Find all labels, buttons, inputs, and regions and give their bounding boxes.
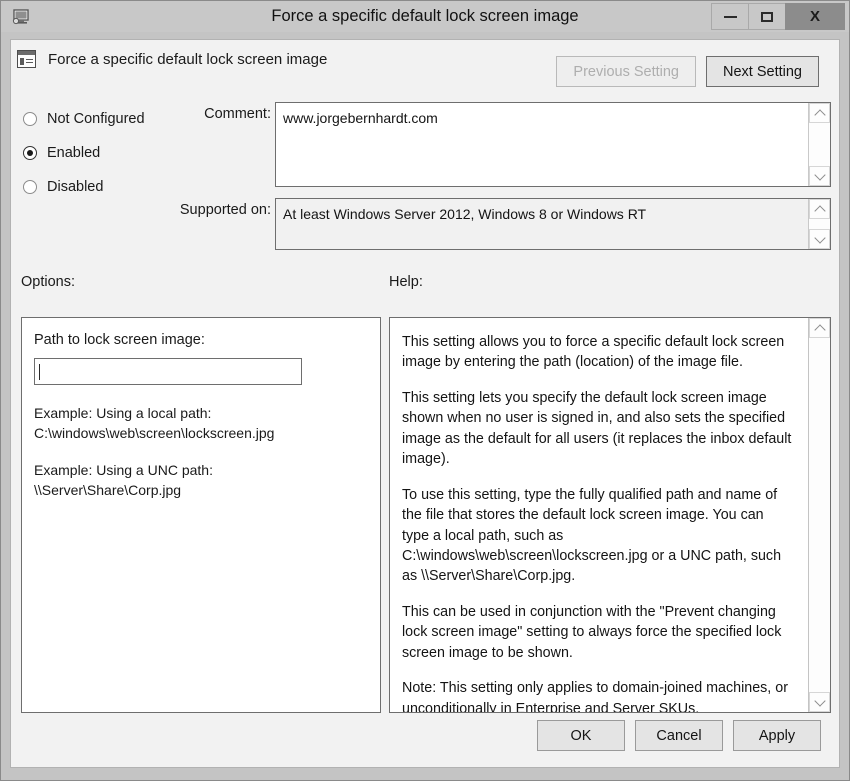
- setting-navigation: Previous Setting Next Setting: [556, 56, 819, 87]
- setting-header: Force a specific default lock screen ima…: [17, 50, 327, 68]
- minimize-icon: [723, 15, 737, 18]
- radio-label: Disabled: [47, 179, 104, 195]
- computer-monitor-icon: [10, 6, 32, 28]
- comment-label: Comment:: [204, 106, 271, 122]
- radio-enabled[interactable]: Enabled: [23, 142, 183, 164]
- next-setting-button[interactable]: Next Setting: [706, 56, 819, 87]
- supported-on-label: Supported on:: [179, 202, 271, 218]
- policy-setting-icon: [17, 50, 36, 68]
- supported-on-value: At least Windows Server 2012, Windows 8 …: [283, 206, 647, 222]
- cancel-button[interactable]: Cancel: [635, 720, 723, 751]
- state-radio-group: Not Configured Enabled Disabled: [23, 108, 183, 210]
- comment-field[interactable]: www.jorgebernhardt.com: [275, 102, 831, 187]
- maximize-button[interactable]: [748, 3, 786, 30]
- scrollbar-track[interactable]: [809, 123, 830, 166]
- setting-title: Force a specific default lock screen ima…: [48, 50, 328, 68]
- comment-scrollbar[interactable]: [808, 103, 830, 186]
- help-paragraph: This setting allows you to force a speci…: [402, 334, 785, 371]
- scroll-down-icon[interactable]: [809, 229, 830, 249]
- minimize-button[interactable]: [711, 3, 749, 30]
- scrollbar-track[interactable]: [809, 338, 830, 692]
- scroll-down-icon[interactable]: [809, 692, 830, 712]
- help-paragraph: This can be used in conjunction with the…: [402, 603, 782, 661]
- supported-on-scrollbar[interactable]: [808, 199, 830, 249]
- text-caret: [39, 363, 40, 380]
- path-input[interactable]: [34, 358, 302, 385]
- scroll-up-icon[interactable]: [809, 199, 830, 219]
- ok-button[interactable]: OK: [537, 720, 625, 751]
- dialog-footer: OK Cancel Apply: [537, 720, 821, 751]
- example-unc-path: Example: Using a UNC path: \\Server\Shar…: [34, 461, 213, 498]
- supported-on-field: At least Windows Server 2012, Windows 8 …: [275, 198, 831, 250]
- title-bar: Force a specific default lock screen ima…: [1, 1, 849, 32]
- options-section-label: Options:: [21, 274, 75, 290]
- dialog-body: Force a specific default lock screen ima…: [10, 39, 840, 768]
- help-paragraph: To use this setting, type the fully qual…: [402, 486, 782, 585]
- example-local-path: Example: Using a local path: C:\windows\…: [34, 405, 275, 442]
- comment-value[interactable]: www.jorgebernhardt.com: [276, 103, 808, 186]
- close-button[interactable]: X: [785, 3, 845, 30]
- radio-icon: [23, 112, 37, 126]
- radio-disabled[interactable]: Disabled: [23, 176, 183, 198]
- path-field-label: Path to lock screen image:: [34, 332, 205, 348]
- radio-label: Enabled: [47, 145, 101, 161]
- window-controls: X: [711, 3, 845, 30]
- help-section-label: Help:: [389, 274, 423, 290]
- options-panel: Path to lock screen image: Example: Usin…: [21, 317, 381, 713]
- options-content: Path to lock screen image: Example: Usin…: [22, 318, 380, 712]
- help-scrollbar[interactable]: [808, 318, 830, 712]
- scroll-up-icon[interactable]: [809, 318, 830, 338]
- help-paragraph: Note: This setting only applies to domai…: [402, 680, 788, 712]
- radio-icon: [23, 180, 37, 194]
- scroll-down-icon[interactable]: [809, 166, 830, 186]
- help-content: This setting allows you to force a speci…: [390, 318, 808, 712]
- help-paragraph: This setting lets you specify the defaul…: [402, 389, 792, 468]
- maximize-icon: [761, 11, 773, 22]
- group-policy-setting-dialog: Force a specific default lock screen ima…: [0, 0, 850, 781]
- radio-icon: [23, 146, 37, 160]
- previous-setting-button[interactable]: Previous Setting: [556, 56, 696, 87]
- radio-label: Not Configured: [47, 111, 145, 127]
- scrollbar-track[interactable]: [809, 219, 830, 229]
- scroll-up-icon[interactable]: [809, 103, 830, 123]
- help-panel: This setting allows you to force a speci…: [389, 317, 831, 713]
- apply-button[interactable]: Apply: [733, 720, 821, 751]
